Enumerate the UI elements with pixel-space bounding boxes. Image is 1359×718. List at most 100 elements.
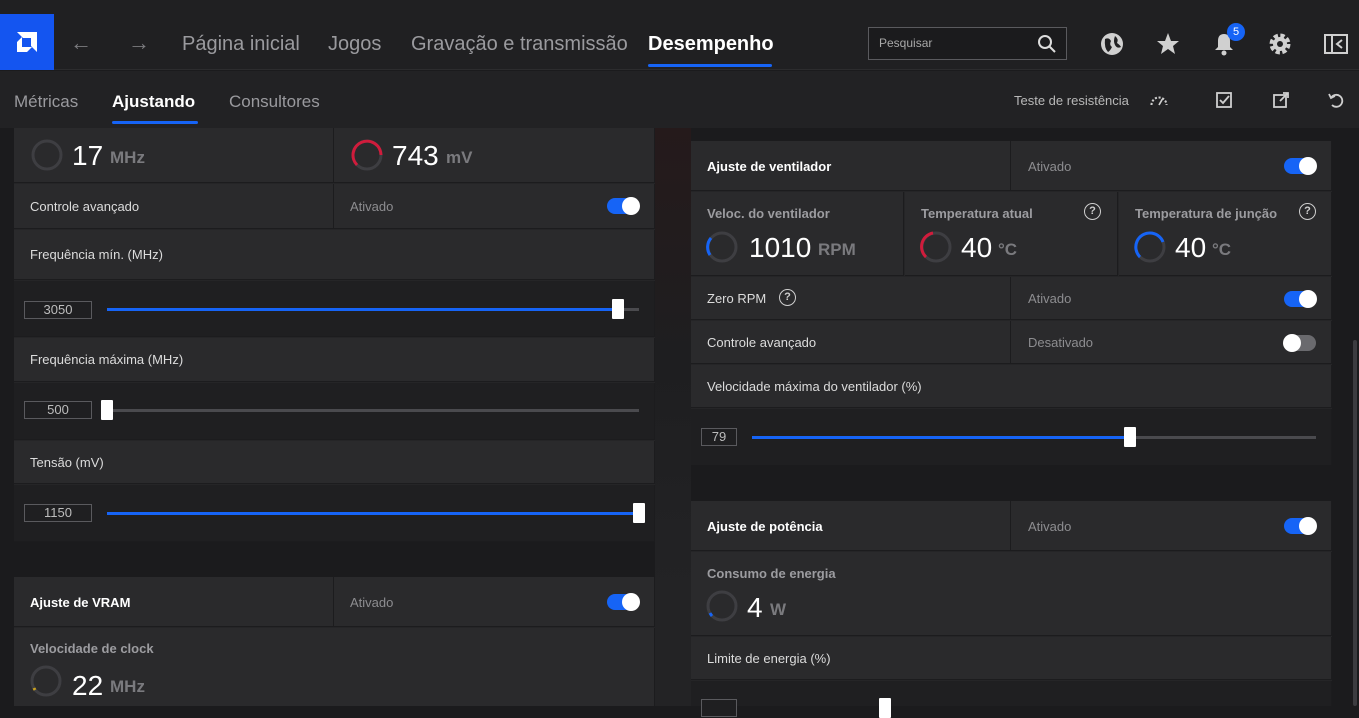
help-icon[interactable]: ?: [779, 289, 796, 306]
nav-performance[interactable]: Desempenho: [648, 33, 774, 56]
power-consumption-metric: Consumo de energia 4 W: [691, 552, 1332, 636]
sidebar-toggle-icon[interactable]: [1323, 31, 1349, 57]
min-freq-slider-fill: [107, 308, 618, 311]
vram-toggle[interactable]: [607, 593, 640, 611]
vram-title: Ajuste de VRAM: [30, 595, 131, 610]
max-fan-speed-slider[interactable]: [752, 427, 1316, 447]
power-limit-value[interactable]: [701, 699, 737, 717]
voltage-slider-fill: [107, 512, 639, 515]
help-icon[interactable]: ?: [1299, 203, 1316, 220]
fan-speed-metric: Veloc. do ventilador 1010 RPM: [691, 192, 904, 276]
vram-state-cell: Ativado: [334, 577, 655, 627]
junction-temp-metric: Temperatura de junção ? 40 °C: [1119, 192, 1332, 276]
min-freq-label: Frequência mín. (MHz): [30, 247, 163, 262]
vram-clock-unit: MHz: [110, 677, 145, 696]
voltage-value: 743: [392, 140, 439, 171]
gpu-tuning-panel: 17 MHz 743 mV Controle avançado Ativado …: [14, 128, 655, 542]
scrollbar[interactable]: [1353, 340, 1357, 706]
power-limit-slider-row: [691, 681, 1332, 718]
voltage-slider-row: 1150: [14, 485, 655, 542]
max-freq-value[interactable]: 500: [24, 401, 92, 419]
tab-advisors[interactable]: Consultores: [229, 92, 320, 112]
voltage-slider[interactable]: [107, 503, 645, 523]
help-icon[interactable]: ?: [1084, 203, 1101, 220]
max-fan-speed-header: Velocidade máxima do ventilador (%): [691, 365, 1332, 408]
forward-arrow-icon[interactable]: →: [128, 30, 150, 56]
junction-temp-value: 40: [1175, 232, 1207, 263]
power-toggle[interactable]: [1284, 517, 1317, 535]
junction-temp-label: Temperatura de junção: [1135, 206, 1278, 221]
amd-logo-icon: [17, 32, 37, 52]
fan-advanced-label: Controle avançado: [707, 335, 817, 350]
min-freq-slider[interactable]: [107, 299, 639, 319]
advanced-control-toggle[interactable]: [607, 197, 640, 215]
zero-rpm-state: Ativado: [1028, 291, 1072, 306]
advanced-control-state-cell: Ativado: [334, 184, 655, 229]
tab-tuning[interactable]: Ajustando: [112, 92, 195, 112]
amd-logo[interactable]: [0, 14, 54, 70]
power-consumption-unit: W: [770, 600, 787, 619]
current-temp-unit: °C: [998, 240, 1018, 259]
clock-unit: MHz: [110, 148, 145, 167]
toggle-knob: [1299, 517, 1317, 535]
current-temp-label: Temperatura atual: [921, 206, 1033, 221]
max-fan-speed-slider-row: 79: [691, 409, 1332, 465]
fan-toggle[interactable]: [1284, 157, 1317, 175]
junction-temp-unit: °C: [1212, 240, 1232, 259]
current-temp-value: 40: [961, 232, 993, 263]
nav-home[interactable]: Página inicial: [182, 33, 300, 56]
voltage-slider-value[interactable]: 1150: [24, 504, 92, 522]
voltage-label: Tensão (mV): [30, 455, 104, 470]
max-freq-label: Frequência máxima (MHz): [30, 352, 184, 367]
reset-icon[interactable]: [1326, 90, 1346, 110]
globe-icon[interactable]: [1099, 31, 1125, 57]
max-fan-speed-value[interactable]: 79: [701, 428, 737, 446]
background: [655, 128, 691, 706]
star-icon[interactable]: [1155, 31, 1181, 57]
max-fan-speed-slider-thumb[interactable]: [1123, 427, 1136, 447]
toggle-knob: [1299, 290, 1317, 308]
vram-clock-metric: Velocidade de clock 22 MHz: [14, 628, 655, 706]
search-box[interactable]: [868, 27, 1067, 60]
fan-speed-label: Veloc. do ventilador: [707, 206, 830, 221]
fan-advanced-toggle[interactable]: [1283, 334, 1316, 352]
search-input[interactable]: [879, 36, 1029, 50]
min-freq-value[interactable]: 3050: [24, 301, 92, 319]
stress-test-label[interactable]: Teste de resistência: [1014, 93, 1129, 108]
search-icon[interactable]: [1037, 34, 1057, 54]
advanced-control-row: Controle avançado: [14, 184, 334, 229]
advanced-control-state: Ativado: [350, 199, 394, 214]
nav-games[interactable]: Jogos: [328, 33, 381, 56]
power-limit-slider-thumb[interactable]: [879, 698, 891, 718]
back-arrow-icon[interactable]: ←: [70, 30, 92, 56]
notification-badge: 5: [1227, 23, 1245, 41]
max-fan-speed-slider-fill: [752, 436, 1130, 439]
tab-metrics[interactable]: Métricas: [14, 92, 78, 112]
fan-state-cell: Ativado: [1011, 141, 1332, 191]
fan-advanced-row: Controle avançado: [691, 321, 1011, 364]
max-freq-slider[interactable]: [101, 400, 639, 420]
tab-active-indicator: [112, 121, 198, 124]
voltage-header: Tensão (mV): [14, 441, 655, 484]
vram-tuning-panel: Ajuste de VRAM Ativado Velocidade de clo…: [14, 577, 655, 706]
current-temp-metric: Temperatura atual ? 40 °C: [905, 192, 1118, 276]
export-icon[interactable]: [1271, 90, 1291, 110]
toggle-knob: [622, 593, 640, 611]
zero-rpm-label: Zero RPM: [707, 291, 767, 306]
nav-record-stream[interactable]: Gravação e transmissão: [411, 33, 628, 56]
vram-state: Ativado: [350, 595, 394, 610]
clock-metric: 17 MHz: [14, 128, 334, 183]
voltage-slider-thumb[interactable]: [633, 503, 645, 523]
clock-gauge: [31, 139, 63, 171]
apply-changes-icon[interactable]: [1214, 90, 1234, 110]
max-freq-slider-row: 500: [14, 383, 655, 440]
max-freq-slider-thumb[interactable]: [101, 400, 113, 420]
voltage-unit: mV: [446, 148, 473, 167]
gear-icon[interactable]: [1267, 31, 1293, 57]
vram-header: Ajuste de VRAM: [14, 577, 334, 627]
zero-rpm-toggle[interactable]: [1284, 290, 1317, 308]
min-freq-slider-thumb[interactable]: [611, 299, 624, 319]
fan-speed-unit: RPM: [818, 240, 856, 259]
fan-advanced-state: Desativado: [1028, 335, 1094, 350]
speedometer-icon[interactable]: [1149, 90, 1169, 110]
